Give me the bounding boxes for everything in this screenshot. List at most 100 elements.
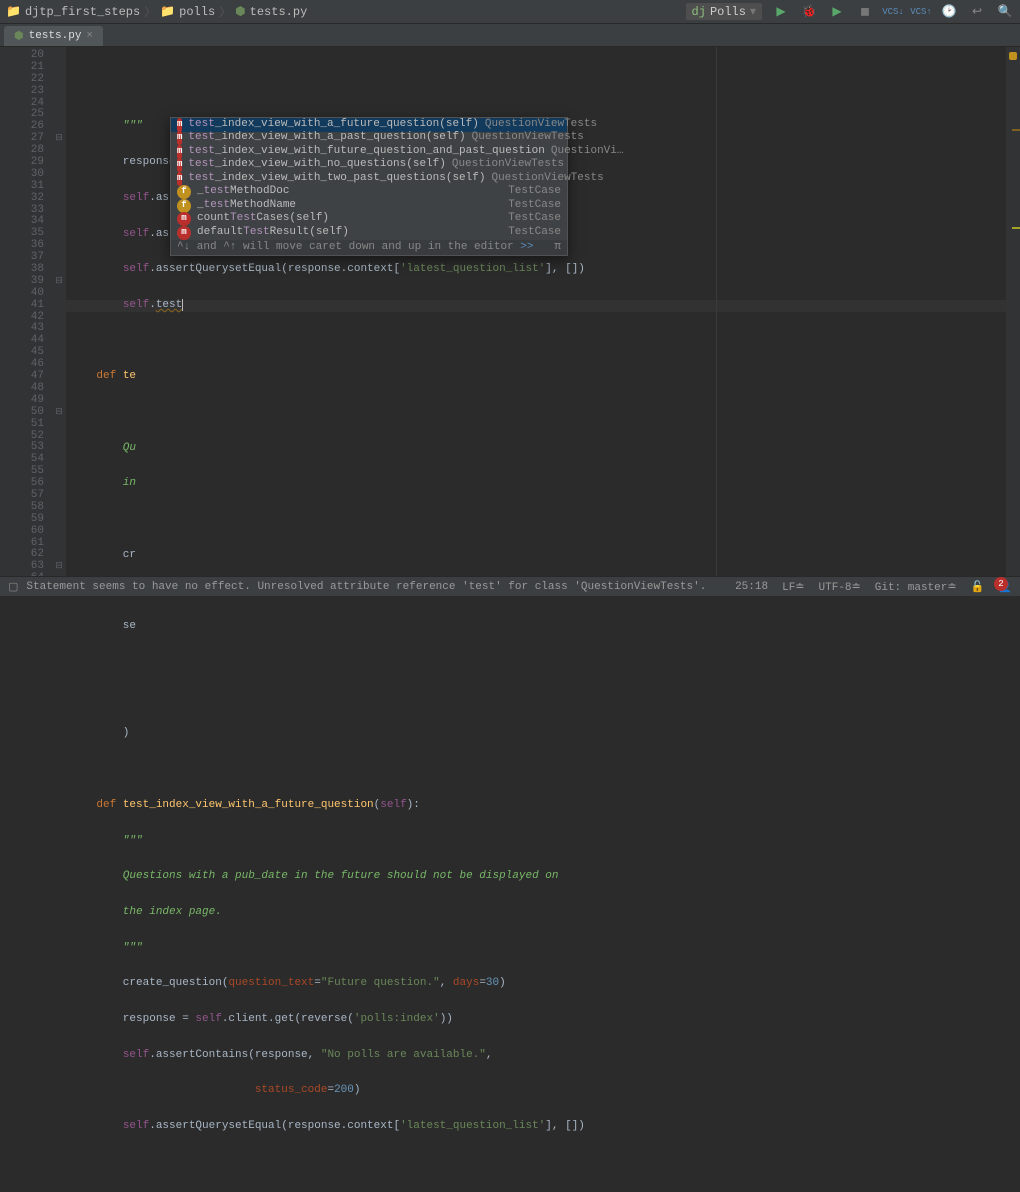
fold-marker[interactable]	[52, 193, 66, 205]
fold-marker[interactable]: ⊟	[52, 561, 66, 573]
completion-item[interactable]: mdefaultTestResult(self)TestCase	[171, 226, 567, 240]
fold-marker[interactable]	[52, 323, 66, 335]
line-number[interactable]: 30	[0, 169, 44, 181]
line-number[interactable]: 22	[0, 74, 44, 86]
fold-marker[interactable]: ⊟	[52, 133, 66, 145]
completion-item[interactable]: mtest_index_view_with_no_questions(self)…	[171, 159, 567, 173]
hint-stripe[interactable]	[1012, 227, 1020, 229]
run-config-label: Polls	[710, 5, 746, 19]
fold-marker[interactable]	[52, 335, 66, 347]
line-number[interactable]: 51	[0, 419, 44, 431]
completion-item[interactable]: f_testMethodNameTestCase	[171, 199, 567, 213]
breadcrumb-file[interactable]: tests.py	[250, 5, 308, 19]
fold-marker[interactable]	[52, 264, 66, 276]
caret-position[interactable]: 25:18	[735, 581, 768, 593]
sidebar-toggle-icon[interactable]: ▢	[8, 580, 18, 594]
fold-marker[interactable]	[52, 538, 66, 550]
fold-marker[interactable]	[52, 300, 66, 312]
line-number[interactable]: 23	[0, 86, 44, 98]
fold-marker[interactable]	[52, 228, 66, 240]
fold-marker[interactable]	[52, 98, 66, 110]
fold-marker[interactable]	[52, 526, 66, 538]
fold-marker[interactable]: ⊟	[52, 407, 66, 419]
error-stripe-area[interactable]	[1006, 47, 1020, 576]
run-button[interactable]: ▶	[772, 3, 790, 21]
fold-marker[interactable]	[52, 121, 66, 133]
fold-column[interactable]: ⊟ ⊟ ⊟ ⊟	[52, 47, 66, 576]
warning-stripe[interactable]	[1012, 129, 1020, 131]
completion-item[interactable]: mtest_index_view_with_future_question_an…	[171, 145, 567, 159]
fold-marker[interactable]	[52, 454, 66, 466]
line-number[interactable]: 31	[0, 181, 44, 193]
fold-marker[interactable]	[52, 466, 66, 478]
code-area[interactable]: """ response = self.client.get(reverse('…	[66, 47, 1020, 576]
search-everywhere-button[interactable]: 🔍	[996, 3, 1014, 21]
breadcrumb-app[interactable]: polls	[179, 5, 215, 19]
completion-item[interactable]: mtest_index_view_with_two_past_questions…	[171, 172, 567, 186]
tab-tests-py[interactable]: ⬢ tests.py ×	[4, 26, 103, 46]
line-number[interactable]: 41	[0, 300, 44, 312]
completion-popup[interactable]: mtest_index_view_with_a_future_question(…	[170, 117, 568, 256]
fold-marker[interactable]	[52, 490, 66, 502]
fold-marker[interactable]	[52, 478, 66, 490]
vcs-commit-icon[interactable]: VCS↑	[912, 3, 930, 21]
line-number[interactable]: 32	[0, 193, 44, 205]
fold-marker[interactable]	[52, 252, 66, 264]
line-number[interactable]: 50	[0, 407, 44, 419]
vcs-update-icon[interactable]: VCS↓	[884, 3, 902, 21]
event-log-icon[interactable]: 👤2	[998, 580, 1012, 594]
fold-marker[interactable]	[52, 240, 66, 252]
completion-item[interactable]: mcountTestCases(self)TestCase	[171, 213, 567, 227]
fold-marker[interactable]	[52, 431, 66, 443]
fold-marker[interactable]	[52, 145, 66, 157]
fold-marker[interactable]	[52, 419, 66, 431]
line-number[interactable]: 59	[0, 514, 44, 526]
undo-button[interactable]: ↩	[968, 3, 986, 21]
fold-marker[interactable]	[52, 205, 66, 217]
fold-marker[interactable]	[52, 169, 66, 181]
fold-marker[interactable]	[52, 371, 66, 383]
fold-marker[interactable]	[52, 395, 66, 407]
fold-marker[interactable]	[52, 50, 66, 62]
line-number[interactable]: 60	[0, 526, 44, 538]
line-number[interactable]: 49	[0, 395, 44, 407]
breadcrumb[interactable]: 📁 djtp_first_steps 〉 📁 polls 〉 ⬢ tests.p…	[6, 3, 307, 20]
readonly-lock-icon[interactable]: 🔓	[971, 580, 985, 594]
close-icon[interactable]: ×	[86, 30, 93, 42]
line-number[interactable]: 58	[0, 502, 44, 514]
line-number[interactable]: 21	[0, 62, 44, 74]
coverage-button[interactable]: ▶	[828, 3, 846, 21]
fold-marker[interactable]	[52, 157, 66, 169]
stop-button[interactable]: ◼	[856, 3, 874, 21]
fold-marker[interactable]	[52, 347, 66, 359]
fold-marker[interactable]	[52, 312, 66, 324]
history-button[interactable]: 🕑	[940, 3, 958, 21]
completion-hint-link[interactable]: >>	[520, 241, 533, 253]
fold-marker[interactable]	[52, 288, 66, 300]
analysis-indicator-icon[interactable]	[1009, 52, 1017, 60]
run-configuration-selector[interactable]: dj Polls ▾	[686, 3, 762, 20]
fold-marker[interactable]	[52, 216, 66, 228]
fold-marker[interactable]	[52, 502, 66, 514]
git-branch[interactable]: Git: master≐	[875, 580, 957, 594]
code-editor[interactable]: 2021222324252627282930313233343536373839…	[0, 47, 1020, 576]
fold-marker[interactable]	[52, 442, 66, 454]
completion-item[interactable]: mtest_index_view_with_a_future_question(…	[171, 118, 567, 132]
fold-marker[interactable]	[52, 549, 66, 561]
fold-marker[interactable]: ⊟	[52, 276, 66, 288]
encoding[interactable]: UTF-8≐	[819, 580, 861, 594]
fold-marker[interactable]	[52, 109, 66, 121]
fold-marker[interactable]	[52, 359, 66, 371]
line-number[interactable]: 40	[0, 288, 44, 300]
fold-marker[interactable]	[52, 514, 66, 526]
completion-item[interactable]: f_testMethodDocTestCase	[171, 186, 567, 200]
line-separator[interactable]: LF≐	[782, 580, 804, 594]
fold-marker[interactable]	[52, 383, 66, 395]
debug-button[interactable]: 🐞	[800, 3, 818, 21]
fold-marker[interactable]	[52, 181, 66, 193]
fold-marker[interactable]	[52, 74, 66, 86]
fold-marker[interactable]	[52, 86, 66, 98]
breadcrumb-project[interactable]: djtp_first_steps	[25, 5, 140, 19]
fold-marker[interactable]	[52, 62, 66, 74]
completion-item[interactable]: mtest_index_view_with_a_past_question(se…	[171, 132, 567, 146]
